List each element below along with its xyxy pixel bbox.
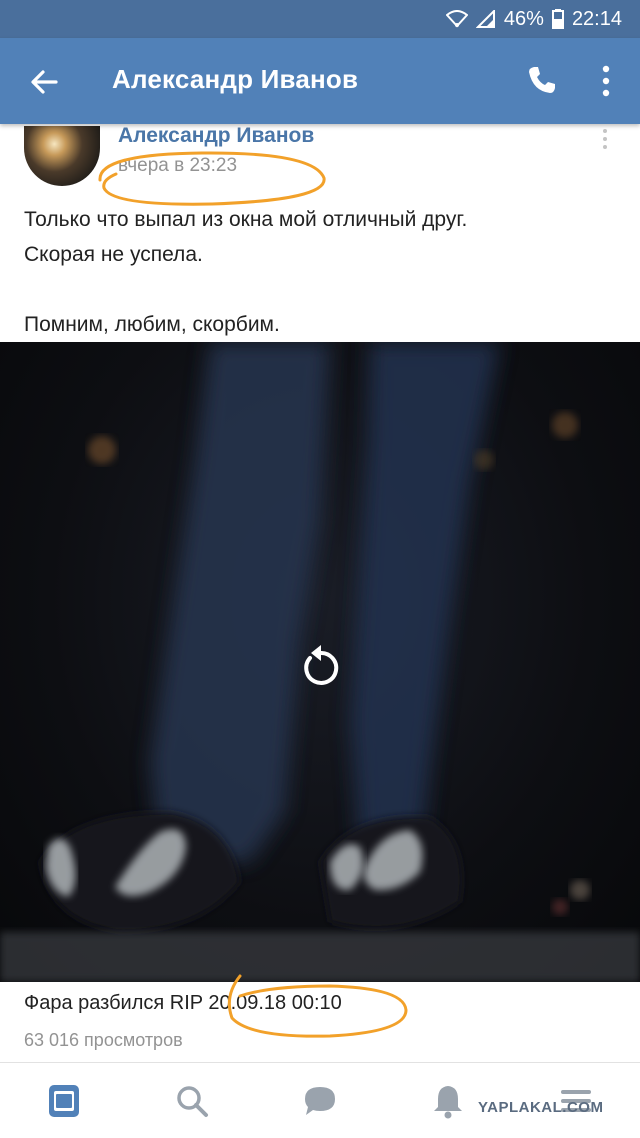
battery-level: 46% bbox=[503, 7, 544, 30]
search-icon[interactable] bbox=[174, 1083, 210, 1119]
avatar[interactable] bbox=[24, 126, 100, 186]
post-author[interactable]: Александр Иванов bbox=[118, 124, 314, 148]
video-caption-title: Фара разбился RIP bbox=[24, 992, 203, 1014]
wall-post: Александр Иванов вчера в 23:23 Только чт… bbox=[0, 124, 640, 1060]
bell-icon[interactable] bbox=[430, 1083, 466, 1119]
post-text-line bbox=[24, 272, 624, 307]
post-more-icon[interactable] bbox=[598, 128, 612, 150]
video-player[interactable] bbox=[0, 342, 640, 982]
signal-icon bbox=[475, 10, 495, 28]
post-text: Только что выпал из окна мой отличный др… bbox=[24, 202, 624, 342]
video-caption-date: 20.09.18 00:10 bbox=[208, 992, 342, 1014]
battery-icon bbox=[551, 9, 564, 29]
post-text-line: Только что выпал из окна мой отличный др… bbox=[24, 208, 468, 231]
app-bar: Александр Иванов bbox=[0, 38, 640, 124]
post-text-line: Скорая не успела. bbox=[24, 243, 203, 266]
replay-icon[interactable] bbox=[296, 642, 344, 690]
post-text-line: Помним, любим, скорбим. bbox=[24, 313, 280, 336]
more-vertical-icon[interactable] bbox=[594, 62, 618, 100]
view-count: 63 016 просмотров bbox=[24, 1030, 183, 1050]
clock: 22:14 bbox=[571, 7, 622, 30]
watermark: YAPLAKAL.COM bbox=[478, 1099, 604, 1116]
chat-bubble-icon[interactable] bbox=[302, 1083, 338, 1119]
page-title: Александр Иванов bbox=[112, 64, 359, 94]
wifi-icon bbox=[445, 10, 468, 28]
post-timestamp: вчера в 23:23 bbox=[118, 155, 238, 176]
video-caption[interactable]: Фара разбился RIP 20.09.18 00:10 bbox=[24, 992, 342, 1015]
phone-icon[interactable] bbox=[526, 64, 558, 96]
newspaper-icon[interactable] bbox=[46, 1083, 82, 1119]
status-bar: 46% 22:14 bbox=[0, 0, 640, 38]
back-arrow-icon[interactable] bbox=[26, 64, 62, 100]
